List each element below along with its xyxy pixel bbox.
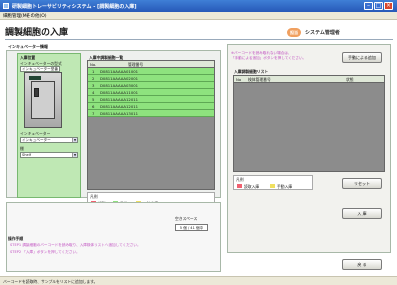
legend-label-manual: 手動入庫: [277, 184, 293, 189]
list-column-sample-id: 検体管理番号: [248, 77, 271, 82]
storage-list-table[interactable]: No. 管理番号 1 D0811AAAAA01001 2 D0811AAAAA020…: [87, 60, 215, 190]
table-row[interactable]: 1 D0811AAAAA01001: [88, 68, 214, 75]
legend-swatch-scanned: [237, 184, 242, 188]
incubator-handle: [34, 88, 39, 97]
back-button[interactable]: 戻 る: [342, 259, 382, 270]
row-no: 1: [92, 69, 95, 74]
close-button[interactable]: ×: [384, 2, 393, 10]
row-no: 4: [92, 90, 95, 95]
instructions-panel: [6, 202, 221, 272]
row-id: D0811AAAAA03001: [100, 83, 139, 88]
row-no: 6: [92, 104, 95, 109]
table-row[interactable]: 7 D0811AAAAA13011: [88, 110, 214, 117]
menu-other[interactable]: その他(O): [26, 13, 47, 19]
stock-in-legend: 凡例 読取入庫 手動入庫: [233, 175, 313, 190]
list-column-no: No: [236, 77, 242, 82]
row-id: D0811AAAAA12011: [100, 97, 139, 102]
row-id: D0811AAAAA12011: [100, 104, 139, 109]
chevron-down-icon: ▼: [72, 138, 77, 142]
incubator-type-value: インキュベーター型番: [22, 67, 58, 71]
row-no: 2: [92, 76, 95, 81]
shelf-select[interactable]: Shelf ▼: [20, 152, 78, 158]
user-name: システム管理者: [305, 30, 340, 36]
reset-button[interactable]: リセット: [342, 178, 382, 189]
incubator-door: [31, 81, 55, 119]
app-icon: [3, 3, 9, 9]
status-bar: バーコードを読取時、サンプルをリストに追加します。: [0, 276, 397, 285]
instructions-heading: 操作手順: [8, 236, 24, 241]
row-id: D0811AAAAA01001: [100, 69, 139, 74]
user-role-badge: 担当: [287, 28, 301, 37]
table-header: No. 管理番号: [88, 61, 214, 68]
menu-bar: 細胞管理(M) その他(O): [0, 12, 397, 20]
free-space-count: 5 個 / 41 個中: [175, 224, 208, 231]
instruction-step-1: STEP1 調製細胞のバーコードを読み取り、入庫検体リストへ追加してください。: [10, 243, 141, 247]
legend-title: 凡例: [236, 177, 244, 182]
table-row[interactable]: 5 D0811AAAAA12011: [88, 96, 214, 103]
maximize-button[interactable]: □: [374, 2, 383, 10]
shelf-value: Shelf: [22, 153, 32, 157]
stock-in-list[interactable]: No 検体管理番号 状態: [233, 75, 385, 172]
table-row[interactable]: 3 D0811AAAAA03001: [88, 82, 214, 89]
stock-in-button[interactable]: 入 庫: [342, 208, 382, 219]
column-header-no: No.: [90, 62, 97, 67]
menu-cell-management[interactable]: 細胞管理(M): [3, 13, 28, 19]
list-header: No 検体管理番号 状態: [234, 76, 384, 83]
row-id: D0811AAAAA02001: [100, 76, 139, 81]
incubator-select[interactable]: インキュベーター ▼: [20, 137, 78, 143]
row-id: D0811AAAAA13011: [100, 111, 139, 116]
row-no: 5: [92, 97, 95, 102]
free-space-label: 空きスペース: [175, 216, 198, 221]
row-no: 7: [92, 111, 95, 116]
instruction-step-2: STEP2 「入庫」ボタンを押してください。: [10, 250, 80, 254]
incubator-value: インキュベーター: [22, 138, 51, 142]
list-column-status: 状態: [346, 77, 354, 82]
incubator-image: [24, 72, 62, 128]
legend-swatch-manual: [270, 184, 275, 188]
legend-title: 凡例: [90, 194, 98, 199]
legend-label-scanned: 読取入庫: [244, 184, 260, 189]
stock-in-notice-line-2: 「手動による追加」ボタンを押してください。: [231, 56, 307, 60]
incubator-display: [29, 76, 41, 80]
table-row[interactable]: 2 D0811AAAAA02001: [88, 75, 214, 82]
status-text: バーコードを読取時、サンプルをリストに追加します。: [3, 279, 98, 284]
table-row[interactable]: 4 D0811AAAAA11001: [88, 89, 214, 96]
title-divider: [5, 39, 393, 40]
row-no: 3: [92, 83, 95, 88]
window-title: 研製細胞トレーサビリティシステム - [調製細胞の入庫]: [12, 4, 137, 10]
title-bar: 研製細胞トレーサビリティシステム - [調製細胞の入庫] – □ ×: [0, 0, 397, 12]
chevron-down-icon: ▼: [72, 153, 77, 157]
manual-add-button[interactable]: 手動による追加: [342, 52, 382, 63]
table-row[interactable]: 6 D0811AAAAA12011: [88, 103, 214, 110]
page-title: 調製細胞の入庫: [5, 28, 69, 38]
row-id: D0811AAAAA11001: [100, 90, 139, 95]
minimize-button[interactable]: –: [364, 2, 373, 10]
